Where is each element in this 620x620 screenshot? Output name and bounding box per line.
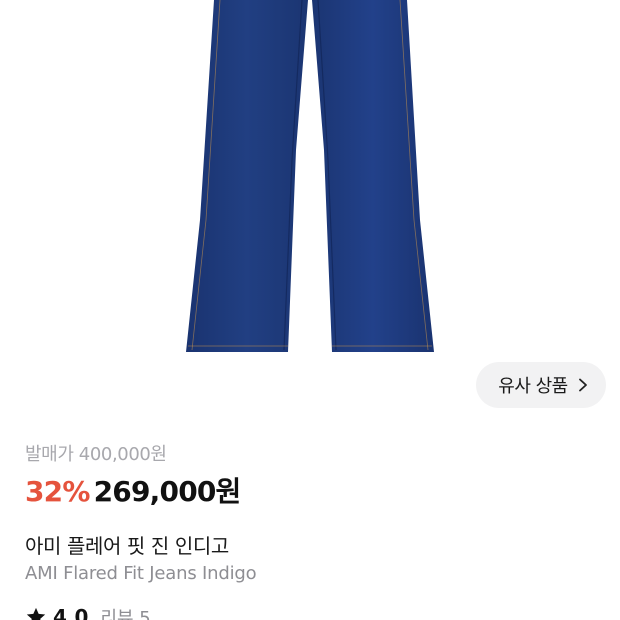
review-count[interactable]: 리뷰 5 xyxy=(100,604,150,620)
sale-price: 269,000원 xyxy=(93,475,242,508)
original-price: 발매가 400,000원 xyxy=(25,444,167,465)
product-name-english: AMI Flared Fit Jeans Indigo xyxy=(25,563,257,584)
price-row: 32% 269,000원 xyxy=(25,470,241,510)
jeans-left-leg xyxy=(186,0,308,352)
similar-products-label: 유사 상품 xyxy=(498,376,568,397)
product-name-korean: 아미 플레어 핏 진 인디고 xyxy=(25,534,229,558)
product-image[interactable] xyxy=(0,0,620,420)
chevron-right-icon xyxy=(578,378,587,392)
rating-value: 4.0 xyxy=(53,605,89,620)
star-icon xyxy=(26,607,46,620)
jeans-right-leg xyxy=(312,0,434,352)
discount-rate: 32% xyxy=(25,475,90,508)
similar-products-button[interactable]: 유사 상품 xyxy=(476,362,606,408)
product-detail-page: 유사 상품 발매가 400,000원 32% 269,000원 아미 플레어 핏… xyxy=(0,0,620,620)
rating-row[interactable]: 4.0 리뷰 5 xyxy=(25,604,151,620)
